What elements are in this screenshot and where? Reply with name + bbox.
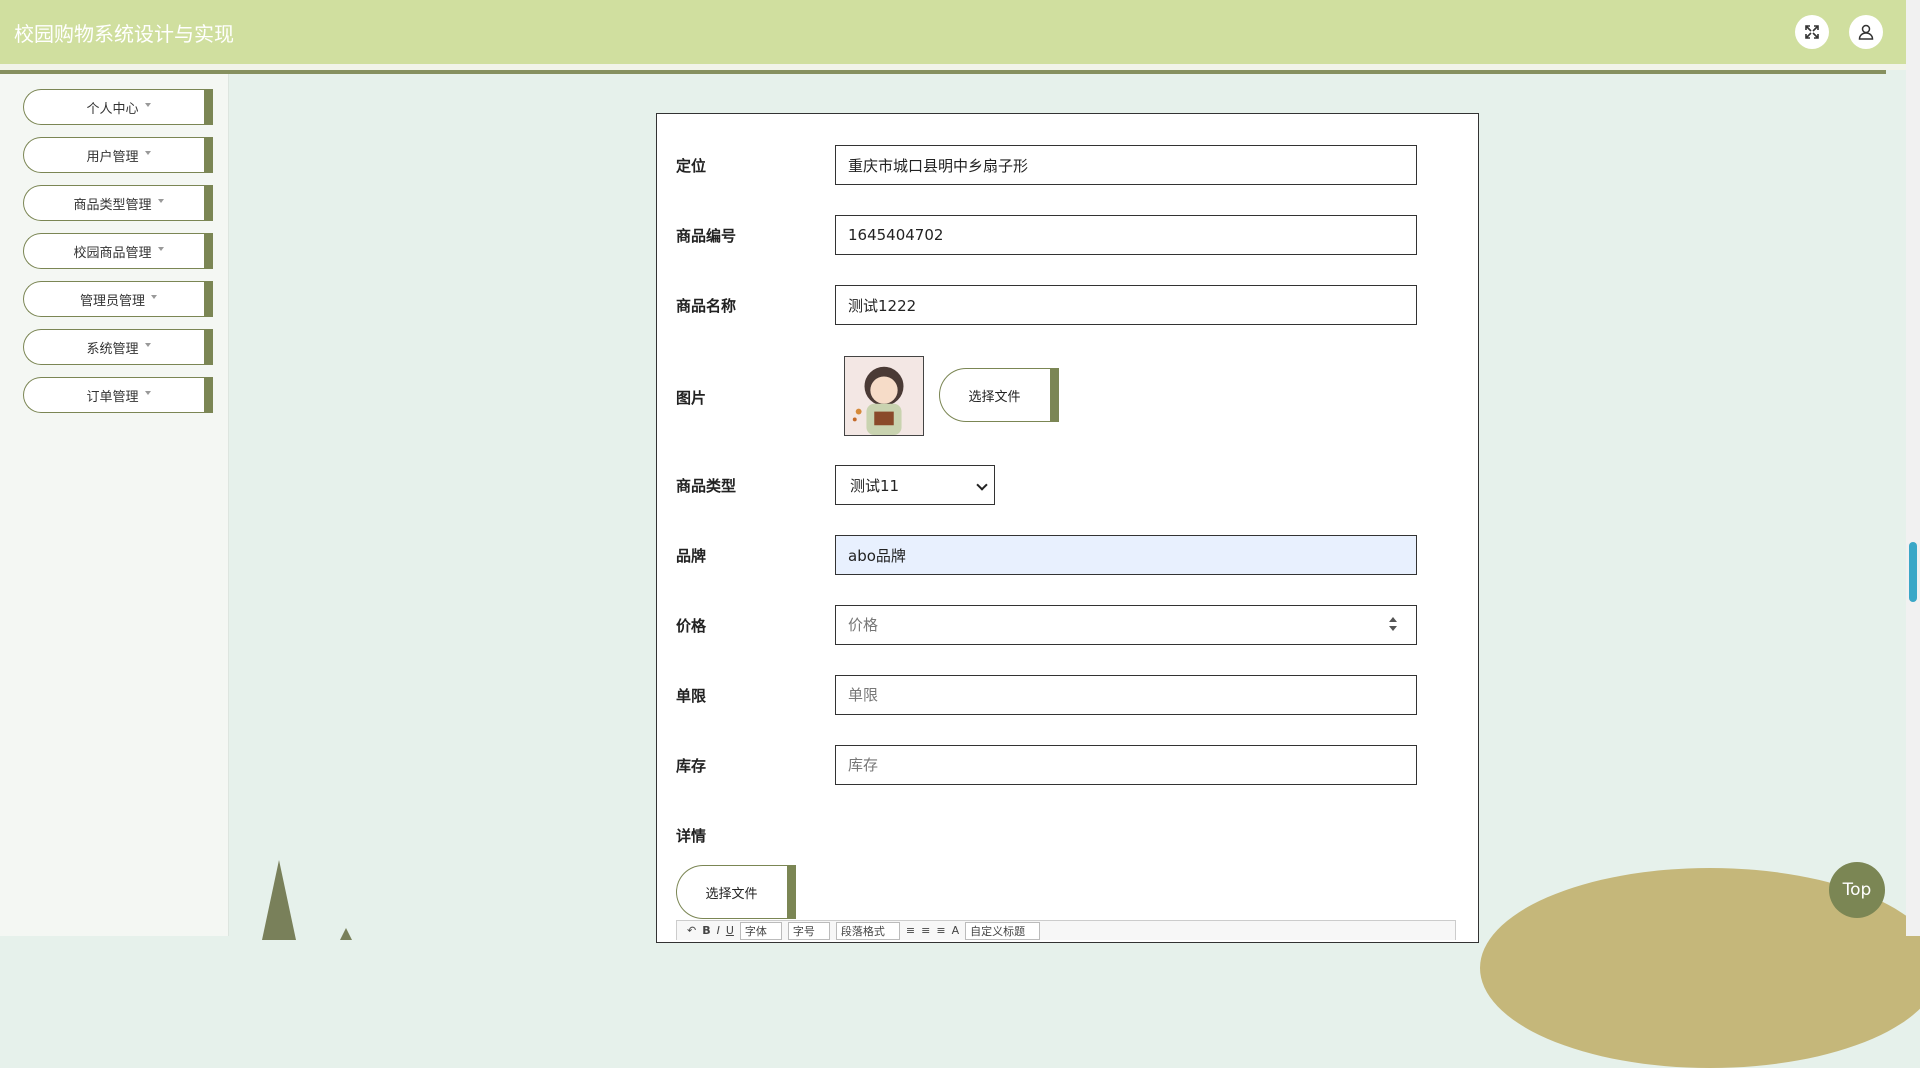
undo-icon[interactable]: ↶: [687, 924, 696, 937]
sidebar-item-admin-management[interactable]: 管理员管理: [23, 281, 213, 317]
product-image: [845, 357, 923, 435]
align-right-icon[interactable]: ≡: [936, 924, 945, 937]
location-input[interactable]: [835, 145, 1417, 185]
sidebar-item-label: 订单管理: [86, 389, 139, 405]
product-name-label: 商品名称: [676, 297, 737, 315]
page-scrollbar[interactable]: [1906, 0, 1920, 936]
detail-label: 详情: [676, 827, 707, 845]
caret-down-icon: [144, 103, 151, 107]
form-row-detail: 详情: [676, 825, 1456, 845]
bold-icon[interactable]: B: [702, 924, 710, 937]
caret-down-icon: [157, 199, 164, 203]
sidebar-item-label: 个人中心: [86, 101, 139, 117]
purchase-limit-input[interactable]: [835, 675, 1417, 715]
product-code-label: 商品编号: [676, 227, 737, 245]
stock-label: 库存: [676, 757, 707, 775]
product-code-input[interactable]: [835, 215, 1417, 255]
form-row-code: 商品编号: [676, 215, 1456, 255]
header-divider-dark: [0, 70, 1886, 74]
sidebar-item-label: 校园商品管理: [73, 245, 152, 261]
location-label: 定位: [676, 157, 707, 175]
sidebar-item-product-type-management[interactable]: 商品类型管理: [23, 185, 213, 221]
custom-title-select[interactable]: 自定义标题: [965, 921, 1041, 940]
font-color-icon[interactable]: A: [952, 924, 960, 937]
product-type-selected: 测试11: [850, 476, 900, 495]
font-size-select[interactable]: 字号: [787, 921, 830, 940]
caret-down-icon: [144, 151, 151, 155]
caret-down-icon: [144, 343, 151, 347]
scrollbar-thumb[interactable]: [1909, 542, 1917, 602]
rich-text-editor-toolbar: ↶ B I U 字体 字号 段落格式 ≡ ≡ ≡ A 自定义标题: [676, 920, 1456, 940]
chevron-down-icon: [976, 479, 988, 491]
sidebar-item-system-management[interactable]: 系统管理: [23, 329, 213, 365]
product-name-input[interactable]: [835, 285, 1417, 325]
form-row-price: 价格: [676, 605, 1456, 645]
align-left-icon[interactable]: ≡: [906, 924, 915, 937]
form-row-limit: 单限: [676, 675, 1456, 715]
italic-icon[interactable]: I: [717, 924, 720, 937]
stock-input[interactable]: [835, 745, 1417, 785]
caret-down-icon: [157, 247, 164, 251]
decorative-tree: [340, 928, 352, 940]
app-title: 校园购物系统设计与实现: [14, 22, 234, 46]
image-label: 图片: [676, 389, 707, 407]
form-row-brand: 品牌: [676, 535, 1456, 575]
number-spinner-icon[interactable]: [1388, 615, 1398, 635]
caret-down-icon: [151, 295, 157, 299]
back-to-top-button[interactable]: Top: [1829, 862, 1885, 918]
product-type-label: 商品类型: [676, 477, 737, 495]
caret-down-icon: [144, 391, 151, 395]
sidebar-item-label: 用户管理: [86, 149, 139, 165]
form-row-type: 商品类型 测试11: [676, 465, 1456, 505]
choose-file-label: 选择文件: [968, 389, 1021, 405]
brand-input[interactable]: [835, 535, 1417, 575]
user-icon: [1858, 24, 1874, 40]
image-choose-file-button[interactable]: 选择文件: [939, 368, 1059, 422]
sidebar-item-label: 系统管理: [86, 341, 139, 357]
underline-icon[interactable]: U: [726, 924, 734, 937]
product-type-select[interactable]: 测试11: [835, 465, 995, 505]
form-row-name: 商品名称: [676, 285, 1456, 325]
form-row-image: 图片 选择文件: [676, 355, 1456, 437]
sidebar-item-campus-product-management[interactable]: 校园商品管理: [23, 233, 213, 269]
sidebar-item-label: 管理员管理: [79, 293, 145, 309]
sidebar-item-order-management[interactable]: 订单管理: [23, 377, 213, 413]
expand-icon: [1805, 25, 1819, 39]
sidebar-item-user-management[interactable]: 用户管理: [23, 137, 213, 173]
top-header: 校园购物系统设计与实现: [0, 0, 1906, 64]
decorative-tree: [262, 860, 296, 940]
brand-label: 品牌: [676, 547, 707, 565]
product-edit-form: 定位 商品编号 商品名称 图片 选择文件 商品类型 测: [656, 113, 1479, 943]
fullscreen-button[interactable]: [1795, 15, 1829, 49]
detail-choose-file-button[interactable]: 选择文件: [676, 865, 796, 919]
form-row-location: 定位: [676, 145, 1456, 185]
product-image-thumbnail: [844, 356, 924, 436]
sidebar-item-personal-center[interactable]: 个人中心: [23, 89, 213, 125]
sidebar: 个人中心 用户管理 商品类型管理 校园商品管理 管理员管理 系统管理 订单管理: [0, 74, 229, 936]
align-center-icon[interactable]: ≡: [921, 924, 930, 937]
price-input[interactable]: [835, 605, 1417, 645]
paragraph-format-select[interactable]: 段落格式: [835, 921, 900, 940]
font-family-select[interactable]: 字体: [739, 921, 782, 940]
purchase-limit-label: 单限: [676, 687, 707, 705]
form-row-stock: 库存: [676, 745, 1456, 785]
user-profile-button[interactable]: [1849, 15, 1883, 49]
choose-file-label: 选择文件: [705, 886, 758, 902]
sidebar-item-label: 商品类型管理: [73, 197, 152, 213]
price-label: 价格: [676, 617, 707, 635]
